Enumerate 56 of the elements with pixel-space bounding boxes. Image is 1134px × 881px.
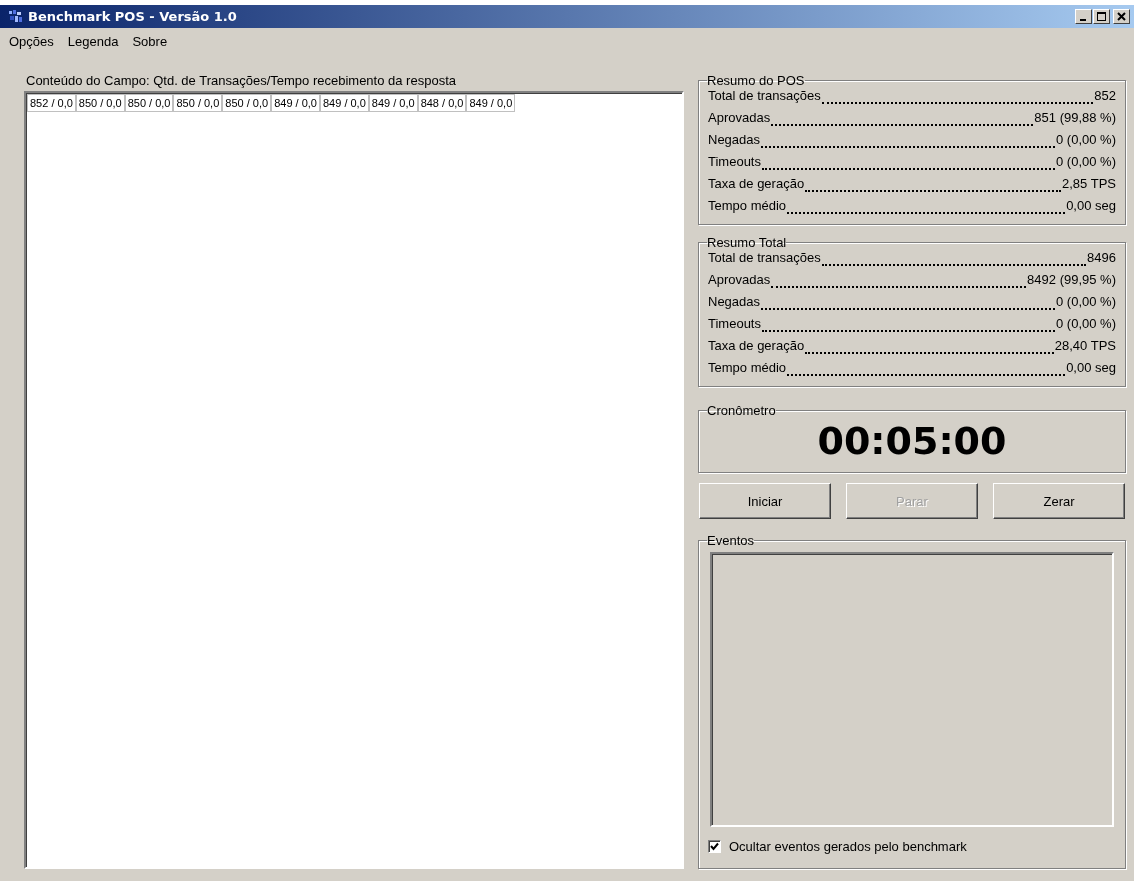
grid-cell: 850 / 0,0: [173, 94, 223, 112]
stat-label: Taxa de geração: [708, 338, 805, 353]
group-title: Resumo do POS: [707, 73, 805, 88]
group-title: Cronômetro: [707, 403, 776, 418]
stat-label: Aprovadas: [708, 110, 771, 125]
stat-label: Total de transações: [708, 250, 821, 265]
close-icon: [1116, 11, 1127, 22]
minimize-icon: [1079, 19, 1086, 21]
action-button[interactable]: Iniciar: [699, 483, 831, 519]
grid-cell: 850 / 0,0: [222, 94, 272, 112]
check-icon: [710, 842, 719, 851]
stat-label: Taxa de geração: [708, 176, 805, 191]
checkbox[interactable]: [708, 840, 721, 853]
menu-item[interactable]: Sobre: [131, 34, 169, 49]
stat-value: 0 (0,00 %): [1056, 132, 1116, 147]
stat-value: 0,00 seg: [1066, 198, 1116, 213]
stat-value: 0 (0,00 %): [1056, 154, 1116, 169]
stat-label: Total de transações: [708, 88, 821, 103]
group-title: Eventos: [707, 533, 754, 548]
grid-cell: 848 / 0,0: [417, 94, 467, 112]
grid-cell: 849 / 0,0: [368, 94, 418, 112]
grid-cell: 849 / 0,0: [271, 94, 320, 112]
stat-label: Negadas: [708, 294, 761, 309]
grid-cell: 850 / 0,0: [124, 94, 174, 112]
grid-cell: 852 / 0,0: [27, 94, 76, 112]
app-icon: [8, 8, 24, 25]
stat-value: 0,00 seg: [1066, 360, 1116, 375]
stat-label: Aprovadas: [708, 272, 771, 287]
maximize-button[interactable]: [1093, 9, 1110, 24]
menu-item[interactable]: Opções: [8, 34, 55, 49]
stat-value: 2,85 TPS: [1062, 176, 1116, 191]
action-button[interactable]: Zerar: [993, 483, 1125, 519]
stat-label: Negadas: [708, 132, 761, 147]
stat-value: 8492 (99,95 %): [1027, 272, 1116, 287]
stat-label: Timeouts: [708, 154, 761, 169]
stat-value: 0 (0,00 %): [1056, 294, 1116, 309]
stat-label: Timeouts: [708, 316, 761, 331]
minimize-button[interactable]: [1075, 9, 1092, 24]
stat-value: 852: [1094, 88, 1116, 103]
grid-cell: 849 / 0,0: [466, 94, 516, 112]
maximize-icon: [1096, 11, 1107, 22]
stat-label: Tempo médio: [708, 198, 787, 213]
close-button[interactable]: [1113, 9, 1130, 24]
group-title: Resumo Total: [707, 235, 787, 250]
grid-cell: 849 / 0,0: [319, 94, 369, 112]
stat-value: 851 (99,88 %): [1034, 110, 1116, 125]
grid-cell: 850 / 0,0: [75, 94, 125, 112]
stat-value: 8496: [1087, 250, 1116, 265]
menu-item[interactable]: Legenda: [66, 34, 120, 49]
stat-value: 28,40 TPS: [1054, 338, 1116, 353]
stat-label: Tempo médio: [708, 360, 787, 375]
stopwatch-time: 00:05:00: [817, 418, 1007, 464]
stat-value: 0 (0,00 %): [1056, 316, 1116, 331]
checkbox-label: Ocultar eventos gerados pelo benchmark: [729, 839, 967, 854]
window-title: Benchmark POS - Versão 1.0: [28, 9, 238, 24]
field-content-label: Conteúdo do Campo: Qtd. de Transações/Tempo recebimento da resposta: [26, 73, 457, 88]
